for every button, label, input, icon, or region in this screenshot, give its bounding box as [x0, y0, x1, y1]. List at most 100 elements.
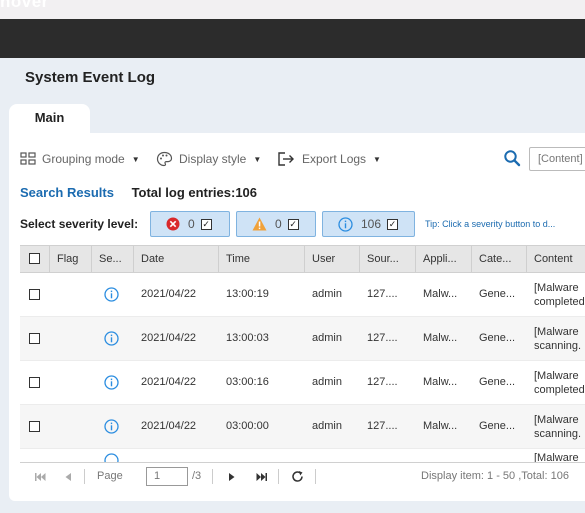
info-icon	[104, 453, 119, 462]
cell-application: Malw...	[423, 332, 458, 344]
cell-application: Malw...	[423, 420, 458, 432]
column-header-category[interactable]: Cate...	[472, 246, 527, 272]
window-title: System Event Log	[25, 69, 156, 86]
grouping-mode-button[interactable]: Grouping mode ▼	[20, 149, 140, 169]
column-header-time[interactable]: Time	[219, 246, 305, 272]
column-header-severity[interactable]: Se...	[92, 246, 134, 272]
info-icon	[104, 331, 119, 346]
cell-user: admin	[312, 332, 342, 344]
export-icon	[278, 152, 294, 166]
export-logs-button[interactable]: Export Logs ▼	[277, 149, 381, 169]
export-logs-label: Export Logs	[302, 152, 367, 166]
table-row[interactable]: 2021/04/22 03:00:16 admin 127.... Malw..…	[20, 361, 585, 405]
info-icon	[338, 216, 353, 232]
last-page-icon[interactable]	[256, 472, 268, 482]
row-checkbox[interactable]	[29, 289, 40, 300]
search-input[interactable]: [Content]	[529, 147, 585, 171]
content-line: scanning.	[534, 428, 582, 440]
cell-category: Gene...	[479, 420, 516, 432]
warning-count: 0	[275, 217, 282, 231]
info-icon	[104, 375, 119, 390]
divider	[315, 469, 316, 484]
page-number-input[interactable]: 1	[146, 467, 188, 486]
header-select-all	[20, 246, 50, 272]
caret-down-icon: ▼	[373, 154, 381, 164]
table-row[interactable]: [Malware	[20, 449, 585, 462]
cell-source: 127....	[367, 420, 398, 432]
row-checkbox[interactable]	[29, 333, 40, 344]
tab-main[interactable]: Main	[9, 104, 90, 134]
error-icon	[166, 217, 180, 231]
event-log-window: System Event Log Main Grouping mode ▼ Di…	[0, 58, 585, 513]
cell-source: 127....	[367, 332, 398, 344]
warning-icon	[252, 217, 267, 231]
content-line: [Malware	[534, 282, 579, 294]
divider	[84, 469, 85, 484]
tab-content: Grouping mode ▼ Display style ▼ Export L…	[9, 133, 585, 501]
display-style-label: Display style	[179, 152, 247, 166]
cell-application: Malw...	[423, 376, 458, 388]
content-line: [Malware	[534, 370, 579, 382]
table-row[interactable]: 2021/04/22 03:00:00 admin 127.... Malw..…	[20, 405, 585, 449]
pagination-bar: Page 1 /3 Display item: 1 - 50 ,Total: 1…	[20, 462, 585, 490]
info-checkbox[interactable]: ✓	[387, 218, 399, 230]
next-page-icon[interactable]	[228, 472, 236, 482]
cell-content: [Malware scanning.	[527, 317, 585, 360]
refresh-icon[interactable]	[291, 470, 304, 483]
info-icon	[104, 419, 119, 434]
cell-content: [Malware completed	[527, 361, 585, 404]
severity-info-button[interactable]: 106 ✓	[322, 211, 415, 237]
palette-icon	[156, 151, 173, 167]
severity-warning-button[interactable]: 0 ✓	[236, 211, 316, 237]
grouping-icon	[20, 152, 36, 165]
info-icon	[104, 287, 119, 302]
content-line: [Malware	[534, 326, 579, 338]
select-all-checkbox[interactable]	[29, 253, 40, 264]
search-results-title: Search Results	[20, 185, 114, 200]
cell-date: 2021/04/22	[141, 332, 197, 344]
cell-content: [Malware completed	[527, 273, 585, 316]
column-header-user[interactable]: User	[305, 246, 360, 272]
cell-date: 2021/04/22	[141, 420, 197, 432]
first-page-icon[interactable]	[34, 472, 46, 482]
caret-down-icon: ▼	[131, 154, 140, 164]
top-strip: nover	[0, 0, 585, 19]
display-item-info: Display item: 1 - 50 ,Total: 106	[421, 470, 569, 482]
search-icon[interactable]	[503, 149, 521, 167]
results-summary: Search Results Total log entries:106	[20, 185, 257, 200]
top-bar: nover	[0, 0, 585, 58]
row-checkbox[interactable]	[29, 377, 40, 388]
total-log-entries: Total log entries:106	[131, 185, 258, 200]
cell-category: Gene...	[479, 332, 516, 344]
table-row[interactable]: 2021/04/22 13:00:19 admin 127.... Malw..…	[20, 273, 585, 317]
severity-error-button[interactable]: 0 ✓	[150, 211, 230, 237]
cell-application: Malw...	[423, 288, 458, 300]
column-header-date[interactable]: Date	[134, 246, 219, 272]
display-style-button[interactable]: Display style ▼	[156, 149, 261, 169]
table-header: Flag Se... Date Time User Sour... Appli.…	[20, 245, 585, 273]
info-count: 106	[361, 217, 382, 231]
column-header-source[interactable]: Sour...	[360, 246, 416, 272]
divider	[212, 469, 213, 484]
previous-page-icon[interactable]	[64, 472, 72, 482]
cell-content: [Malware scanning.	[527, 405, 585, 448]
cell-time: 03:00:16	[226, 376, 269, 388]
cell-user: admin	[312, 420, 342, 432]
column-header-flag[interactable]: Flag	[50, 246, 92, 272]
column-header-content[interactable]: Content	[527, 246, 585, 272]
warning-checkbox[interactable]: ✓	[287, 218, 299, 230]
cell-time: 13:00:19	[226, 288, 269, 300]
content-line: [Malware	[534, 452, 579, 462]
cell-user: admin	[312, 288, 342, 300]
cell-time: 13:00:03	[226, 332, 269, 344]
cell-source: 127....	[367, 288, 398, 300]
page-total: /3	[192, 470, 202, 482]
caret-down-icon: ▼	[253, 154, 262, 164]
column-header-application[interactable]: Appli...	[416, 246, 472, 272]
content-line: scanning.	[534, 340, 582, 352]
page-label: Page	[97, 470, 123, 482]
error-count: 0	[188, 217, 195, 231]
row-checkbox[interactable]	[29, 421, 40, 432]
table-row[interactable]: 2021/04/22 13:00:03 admin 127.... Malw..…	[20, 317, 585, 361]
error-checkbox[interactable]: ✓	[200, 218, 212, 230]
